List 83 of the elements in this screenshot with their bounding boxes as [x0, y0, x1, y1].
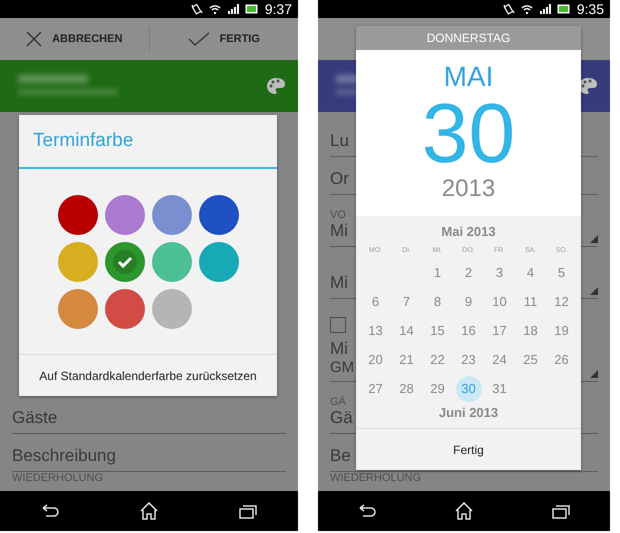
- color-swatch[interactable]: [104, 288, 144, 328]
- weekday-header: DONNERSTAG: [356, 26, 581, 50]
- calendar-day[interactable]: 19: [548, 318, 574, 344]
- field-value[interactable]: Mi: [330, 221, 348, 241]
- status-time: 9:35: [576, 1, 604, 17]
- wifi-icon: [208, 3, 221, 15]
- color-swatch[interactable]: [198, 242, 238, 282]
- vibrate-icon: [502, 3, 515, 15]
- calendar-day[interactable]: 6: [362, 288, 388, 314]
- calendar-day[interactable]: 23: [456, 346, 482, 372]
- calendar-day[interactable]: 17: [486, 318, 512, 344]
- calendar-day[interactable]: 25: [518, 346, 544, 372]
- color-swatch[interactable]: [104, 242, 144, 282]
- selected-month[interactable]: MAI: [444, 62, 494, 92]
- calendar-day[interactable]: 12: [548, 288, 574, 314]
- calendar-day[interactable]: 5: [548, 260, 574, 286]
- selected-year[interactable]: 2013: [442, 174, 496, 204]
- done-button[interactable]: Fertig: [356, 428, 581, 470]
- field-subtext: GM: [330, 359, 354, 376]
- signal-icon: [538, 3, 551, 15]
- check-icon: [112, 250, 136, 274]
- reset-color-button[interactable]: Auf Standardkalenderfarbe zurücksetzen: [19, 354, 277, 396]
- done-button[interactable]: FERTIG: [150, 18, 298, 60]
- selected-day[interactable]: 30: [422, 92, 516, 174]
- calendar-day[interactable]: 21: [394, 346, 420, 372]
- field-value[interactable]: Lu: [330, 131, 349, 151]
- status-time: 9:37: [264, 1, 292, 17]
- color-swatch[interactable]: [104, 194, 144, 234]
- recent-apps-icon[interactable]: [551, 503, 572, 519]
- calendar-day[interactable]: 11: [518, 288, 544, 314]
- calendar-day[interactable]: 20: [362, 346, 388, 372]
- color-swatch[interactable]: [58, 242, 98, 282]
- color-swatch[interactable]: [58, 288, 98, 328]
- field-value[interactable]: Mi: [330, 273, 348, 293]
- month-title: Juni 2013: [438, 404, 498, 422]
- month-title: Mai 2013: [441, 223, 496, 241]
- field-value[interactable]: Beschreibung: [12, 446, 116, 466]
- wifi-icon: [520, 3, 533, 15]
- cancel-button[interactable]: ABBRECHEN: [0, 18, 148, 60]
- calendar-day[interactable]: 9: [456, 288, 482, 314]
- battery-icon: [556, 4, 571, 14]
- field-value[interactable]: Mi: [330, 339, 348, 359]
- calendar-day[interactable]: 30: [456, 376, 482, 402]
- field-value[interactable]: Be: [330, 446, 351, 466]
- calendar-day[interactable]: 27: [362, 376, 388, 402]
- calendar-day[interactable]: 10: [486, 288, 512, 314]
- check-icon: [188, 32, 210, 46]
- vibrate-icon: [190, 3, 203, 15]
- calendar-day[interactable]: 24: [486, 346, 512, 372]
- close-icon: [26, 31, 42, 47]
- back-icon[interactable]: [40, 504, 60, 518]
- calendar-day[interactable]: 7: [394, 288, 420, 314]
- calendar-day[interactable]: 13: [362, 318, 388, 344]
- checkbox[interactable]: [330, 317, 346, 333]
- calendar-day[interactable]: 4: [518, 260, 544, 286]
- calendar-day[interactable]: 16: [456, 318, 482, 344]
- calendar-day[interactable]: 15: [424, 318, 450, 344]
- dialog-title: Terminfarbe: [19, 115, 277, 169]
- calendar-day[interactable]: 26: [548, 346, 574, 372]
- calendar-day[interactable]: 1: [424, 260, 450, 286]
- field-value[interactable]: Gä: [330, 408, 353, 428]
- calendar-day[interactable]: 22: [424, 346, 450, 372]
- battery-icon: [244, 4, 259, 14]
- recent-apps-icon[interactable]: [238, 503, 258, 519]
- color-swatch[interactable]: [152, 242, 192, 282]
- calendar-day[interactable]: 14: [394, 318, 420, 344]
- calendar-day[interactable]: 8: [424, 288, 450, 314]
- calendar-day[interactable]: 29: [424, 376, 450, 402]
- calendar-day[interactable]: 28: [394, 376, 420, 402]
- home-icon[interactable]: [138, 502, 159, 520]
- color-swatch[interactable]: [152, 288, 192, 328]
- color-swatch[interactable]: [152, 194, 192, 234]
- field-value[interactable]: Gäste: [12, 408, 58, 428]
- color-swatch[interactable]: [58, 194, 98, 234]
- back-icon[interactable]: [356, 504, 377, 518]
- color-swatch[interactable]: [198, 194, 238, 234]
- home-icon[interactable]: [454, 502, 474, 520]
- field-value[interactable]: Or: [330, 169, 349, 189]
- calendar-day[interactable]: 2: [456, 260, 482, 286]
- signal-icon: [226, 3, 239, 15]
- calendar-day[interactable]: 18: [518, 318, 544, 344]
- calendar-day[interactable]: 31: [486, 376, 512, 402]
- calendar-day[interactable]: 3: [486, 260, 512, 286]
